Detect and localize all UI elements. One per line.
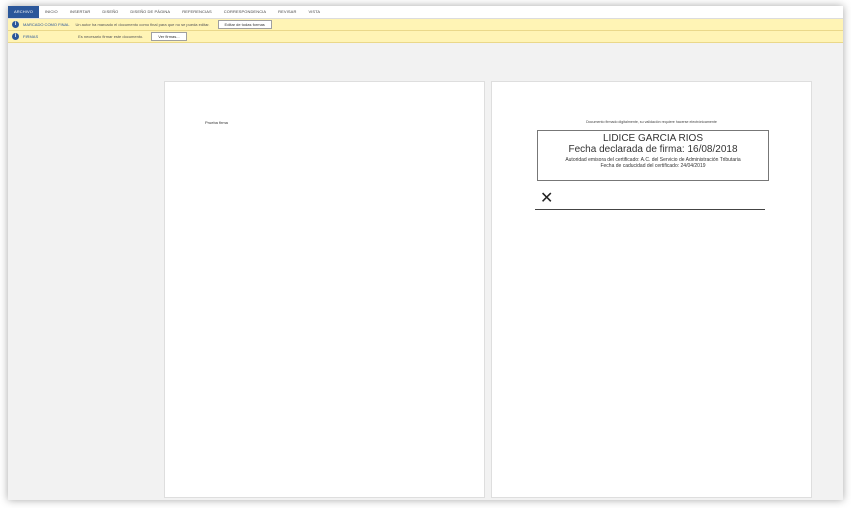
message-text: Es necesario firmar este documento. — [78, 34, 144, 39]
info-icon: i — [12, 33, 19, 40]
tab-archivo[interactable]: ARCHIVO — [8, 6, 39, 18]
tab-correspondencia[interactable]: CORRESPONDENCIA — [218, 6, 272, 18]
info-icon: i — [12, 21, 19, 28]
signature-note: Documento firmado digitalmente, su valid… — [586, 120, 717, 124]
tab-insertar[interactable]: INSERTAR — [64, 6, 97, 18]
page-body-text: Prueba firma — [205, 120, 228, 125]
page-2[interactable]: Documento firmado digitalmente, su valid… — [491, 81, 812, 498]
message-title: FIRMAS — [23, 34, 39, 39]
message-bar-final: i MARCADO COMO FINAL Un autor ha marcado… — [8, 19, 843, 31]
signature-date: Fecha declarada de firma: 16/08/2018 — [568, 144, 738, 155]
tab-diseno-de-pagina[interactable]: DISEÑO DE PÁGINA — [124, 6, 176, 18]
page-1[interactable]: Prueba firma — [164, 81, 485, 498]
tab-revisar[interactable]: REVISAR — [272, 6, 302, 18]
document-area[interactable]: Prueba firma Documento firmado digitalme… — [8, 43, 843, 500]
word-window: ARCHIVO INICIO INSERTAR DISEÑO DISEÑO DE… — [8, 6, 843, 500]
signature-box: LIDICE GARCIA RIOS Fecha declarada de fi… — [537, 130, 769, 181]
signature-line — [535, 209, 765, 210]
edit-anyway-button[interactable]: Editar de todas formas — [217, 20, 272, 29]
certificate-expiry: Fecha de caducidad del certificado: 24/0… — [600, 163, 706, 169]
signature-x-mark: ✕ — [540, 190, 554, 207]
tab-inicio[interactable]: INICIO — [39, 6, 64, 18]
message-text: Un autor ha marcado el documento como fi… — [75, 22, 210, 27]
ribbon-tabs: ARCHIVO INICIO INSERTAR DISEÑO DISEÑO DE… — [8, 6, 843, 19]
tab-referencias[interactable]: REFERENCIAS — [176, 6, 218, 18]
tab-diseno[interactable]: DISEÑO — [96, 6, 124, 18]
message-bar-signatures: i FIRMAS Es necesario firmar este docume… — [8, 31, 843, 43]
tab-vista[interactable]: VISTA — [302, 6, 326, 18]
message-title: MARCADO COMO FINAL — [23, 22, 70, 27]
view-signatures-button[interactable]: Ver firmas... — [151, 32, 187, 41]
signer-name: LIDICE GARCIA RIOS — [602, 133, 704, 144]
